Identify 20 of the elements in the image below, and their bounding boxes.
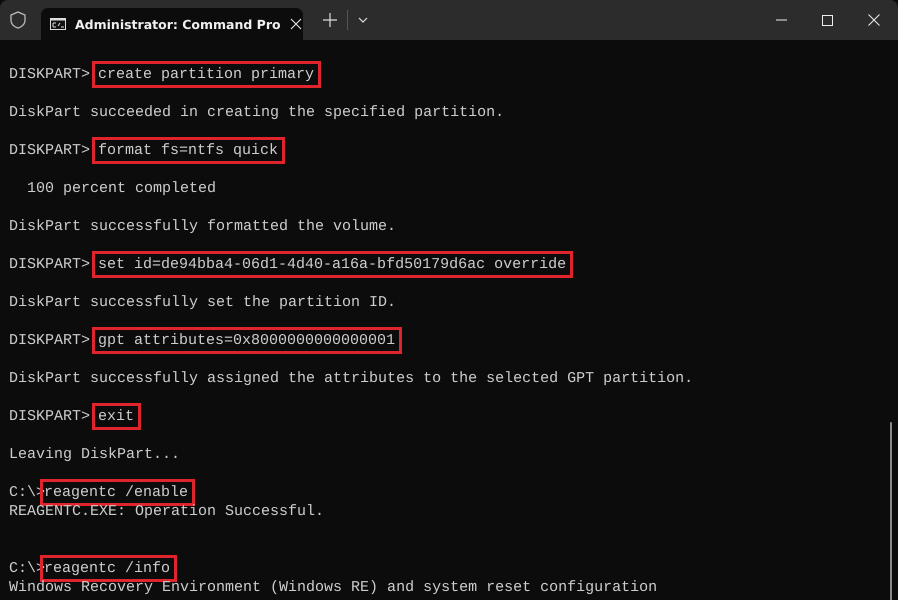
output-line: DiskPart successfully formatted the volume. <box>9 218 396 235</box>
output-line: Leaving DiskPart... <box>9 446 180 463</box>
prompt: DISKPART> <box>9 332 90 349</box>
highlighted-command: gpt attributes=0x8000000000000001 <box>92 327 402 354</box>
prompt: DISKPART> <box>9 408 90 425</box>
highlighted-command: format fs=ntfs quick <box>92 137 286 164</box>
output-line: 100 percent completed <box>26 180 216 197</box>
output-line: DiskPart successfully set the partition ID. <box>9 294 396 311</box>
highlighted-command: set id=de94bba4-06d1-4d40-a16a-bfd50179d6ac override <box>92 251 574 278</box>
tab-title: Administrator: Command Pro <box>75 16 281 32</box>
highlighted-command: exit <box>92 403 142 430</box>
prompt: DISKPART> <box>9 66 90 83</box>
output-line: Windows Recovery Environment (Windows RE) and system reset configuration <box>9 579 658 596</box>
output-line: DiskPart successfully assigned the attributes to the selected GPT partition. <box>9 370 694 387</box>
output-line: DiskPart succeeded in creating the specified partition. <box>9 104 504 121</box>
prompt: DISKPART> <box>9 256 90 273</box>
prompt: DISKPART> <box>9 142 90 159</box>
terminal-tab[interactable]: Administrator: Command Pro <box>41 8 303 40</box>
highlighted-command: create partition primary <box>92 61 322 88</box>
output-line: REAGENTC.EXE: Operation Successful. <box>9 503 324 520</box>
